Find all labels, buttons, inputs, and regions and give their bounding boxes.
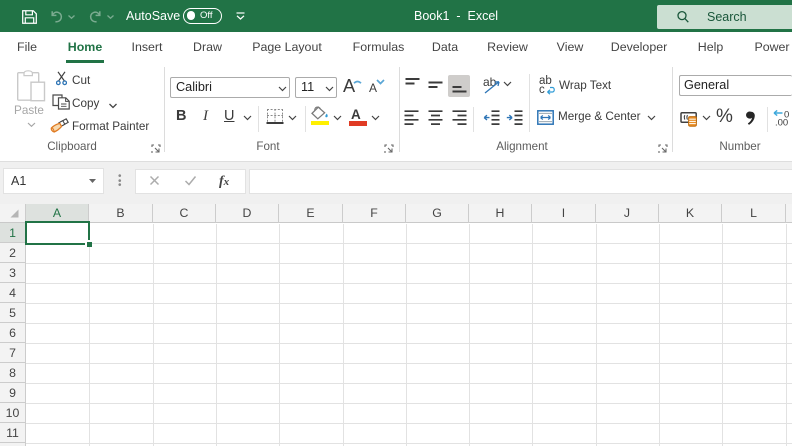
svg-text:.00: .00	[775, 118, 788, 126]
